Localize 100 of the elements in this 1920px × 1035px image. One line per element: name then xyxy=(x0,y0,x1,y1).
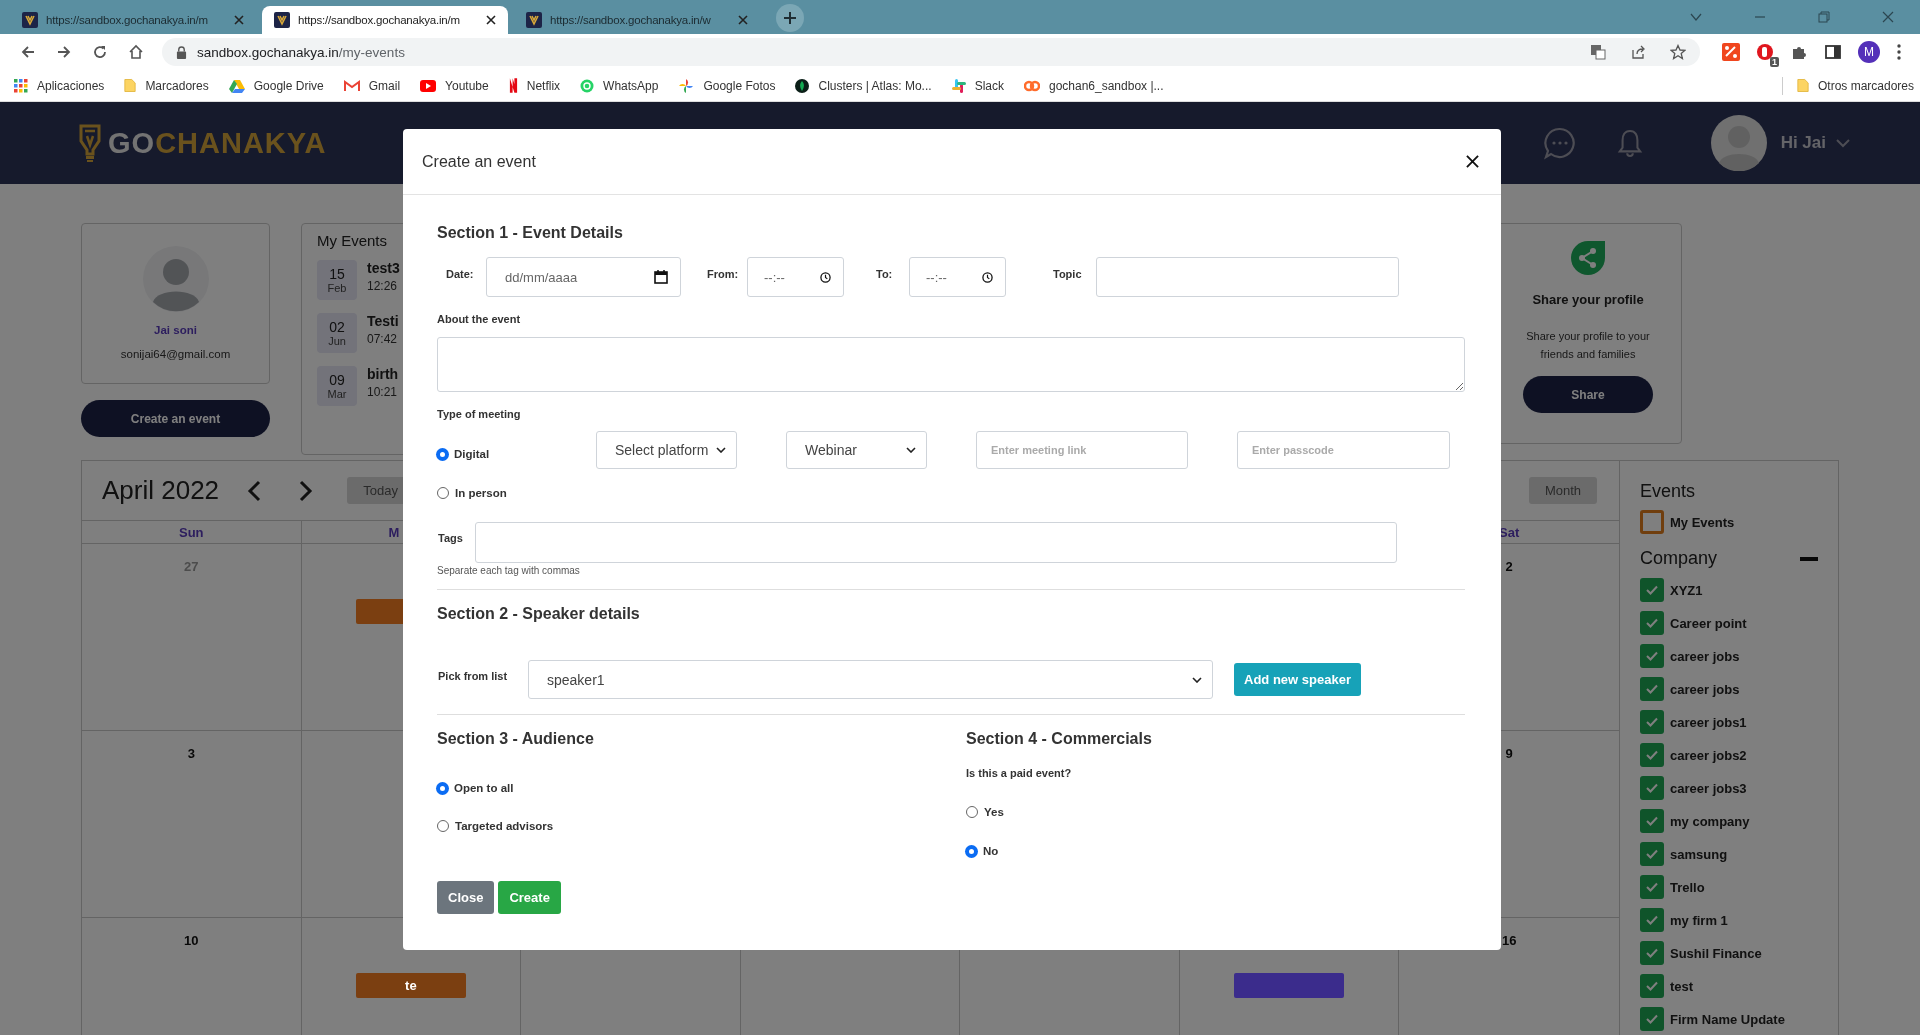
create-button[interactable]: Create xyxy=(498,881,561,914)
collapse-icon[interactable] xyxy=(1800,556,1818,561)
previous-month-icon[interactable] xyxy=(247,479,262,502)
checkbox[interactable] xyxy=(1640,510,1664,534)
avatar xyxy=(142,246,209,312)
about-field[interactable] xyxy=(437,337,1465,392)
radio-button[interactable] xyxy=(437,448,448,460)
bookmark[interactable]: Aplicaciones xyxy=(14,78,105,93)
radio-button[interactable] xyxy=(437,820,449,832)
forward-icon[interactable] xyxy=(56,44,72,60)
radio-button[interactable] xyxy=(966,845,977,857)
checkbox[interactable] xyxy=(1640,941,1664,965)
home-icon[interactable] xyxy=(128,44,144,60)
checkbox[interactable] xyxy=(1640,875,1664,899)
share-icon[interactable] xyxy=(1630,44,1646,60)
clock-icon[interactable] xyxy=(820,271,831,283)
bookmark[interactable]: WhatsApp xyxy=(580,78,659,93)
address-bar[interactable]: sandbox.gochanakya.in/my-events xyxy=(162,38,1700,66)
calendar-event[interactable]: te xyxy=(355,973,466,998)
extension-icon[interactable] xyxy=(1756,43,1774,61)
check-icon xyxy=(1646,882,1658,892)
browser-tab[interactable]: https://sandbox.gochanakya.in/m xyxy=(10,6,256,34)
tags-field[interactable] xyxy=(475,522,1397,563)
checkbox-label: career jobs xyxy=(1670,648,1740,664)
bookmark[interactable]: Google Fotos xyxy=(678,77,776,94)
checkbox[interactable] xyxy=(1640,611,1664,635)
lightbulb-logo-icon xyxy=(78,123,102,163)
next-month-icon[interactable] xyxy=(299,479,314,502)
bookmark[interactable]: Youtube xyxy=(420,78,489,93)
topic-field[interactable] xyxy=(1096,257,1399,297)
radio-button[interactable] xyxy=(966,806,978,818)
bookmark[interactable]: gochan6_sandbox |... xyxy=(1023,78,1164,93)
bookmark[interactable]: Slack xyxy=(951,78,1004,93)
event-title[interactable]: test3 xyxy=(367,260,400,276)
checkbox[interactable] xyxy=(1640,743,1664,767)
bookmark[interactable]: Gmail xyxy=(343,78,401,93)
star-icon[interactable] xyxy=(1670,44,1686,60)
bookmark[interactable]: Netflix xyxy=(508,78,561,93)
profile-email: sonijai64@gmail.com xyxy=(120,348,231,360)
event-title[interactable]: birth xyxy=(367,366,399,382)
event-title[interactable]: Testi xyxy=(367,313,399,329)
checkbox-label: XYZ1 xyxy=(1670,582,1703,598)
side-panel-icon[interactable] xyxy=(1824,43,1842,61)
checkbox[interactable] xyxy=(1640,1007,1664,1031)
close-icon[interactable] xyxy=(1466,155,1479,168)
day-number[interactable]: 3 xyxy=(187,746,195,761)
day-number[interactable]: 2 xyxy=(1505,559,1513,574)
calendar-icon[interactable] xyxy=(654,270,668,284)
back-icon[interactable] xyxy=(20,44,36,60)
bookmark[interactable]: Clusters | Atlas: Mo... xyxy=(795,78,932,93)
menu-icon[interactable] xyxy=(1896,43,1902,61)
chat-bubble-icon xyxy=(580,78,595,93)
meeting-link-field[interactable]: Enter meeting link xyxy=(976,431,1188,469)
close-tab-icon[interactable] xyxy=(486,15,496,25)
new-tab-icon[interactable] xyxy=(776,4,804,32)
checkbox-label: My Events xyxy=(1670,514,1735,530)
checkbox-label: my company xyxy=(1670,813,1750,829)
check-icon xyxy=(1646,717,1658,727)
site-favicon-icon xyxy=(22,12,38,28)
extension-icon[interactable] xyxy=(1722,43,1740,61)
browser-tab[interactable]: https://sandbox.gochanakya.in/w xyxy=(514,6,760,34)
speaker-select[interactable]: speaker1 xyxy=(528,660,1213,699)
profile-avatar[interactable]: M xyxy=(1858,41,1880,63)
create-event-button[interactable]: Create an event xyxy=(81,400,270,437)
meeting-format-select[interactable]: Webinar xyxy=(786,431,927,469)
reload-icon[interactable] xyxy=(92,44,108,60)
checkbox[interactable] xyxy=(1640,842,1664,866)
checkbox[interactable] xyxy=(1640,578,1664,602)
day-number[interactable]: 10 xyxy=(184,933,199,948)
platform-select[interactable]: Select platform xyxy=(596,431,737,469)
bookmark[interactable]: Google Drive xyxy=(228,78,324,93)
radio-label: No xyxy=(983,845,999,857)
checkbox[interactable] xyxy=(1640,644,1664,668)
bookmark[interactable]: Otros marcadores xyxy=(1796,78,1914,93)
checkbox-label: samsung xyxy=(1670,846,1728,862)
checkbox[interactable] xyxy=(1640,776,1664,800)
day-number[interactable]: 9 xyxy=(1505,746,1513,761)
share-button[interactable]: Share xyxy=(1523,376,1653,413)
radio-button[interactable] xyxy=(437,487,449,499)
date-field[interactable]: dd/mm/aaaa xyxy=(486,257,681,297)
user-avatar[interactable] xyxy=(1710,115,1767,171)
bookmark[interactable]: Marcadores xyxy=(124,78,209,93)
checkbox[interactable] xyxy=(1640,809,1664,833)
browser-tab[interactable]: https://sandbox.gochanakya.in/m xyxy=(262,6,508,34)
translate-icon[interactable] xyxy=(1590,44,1606,60)
dialog-title: Create an event xyxy=(422,152,536,171)
time-field[interactable]: --:-- xyxy=(909,257,1006,297)
radio-button[interactable] xyxy=(437,782,448,794)
field-label: Pick from list xyxy=(438,668,509,684)
checkbox[interactable] xyxy=(1640,974,1664,998)
day-number[interactable]: 16 xyxy=(1501,933,1517,948)
time-field[interactable]: --:-- xyxy=(747,257,844,297)
passcode-field[interactable]: Enter passcode xyxy=(1237,431,1450,469)
folder-icon xyxy=(124,78,137,93)
close-window-icon[interactable] xyxy=(1881,10,1895,24)
checkbox[interactable] xyxy=(1640,677,1664,701)
clock-icon[interactable] xyxy=(982,271,993,283)
checkbox[interactable] xyxy=(1640,710,1664,734)
close-button[interactable]: Close xyxy=(437,881,495,914)
checkbox[interactable] xyxy=(1640,908,1664,932)
